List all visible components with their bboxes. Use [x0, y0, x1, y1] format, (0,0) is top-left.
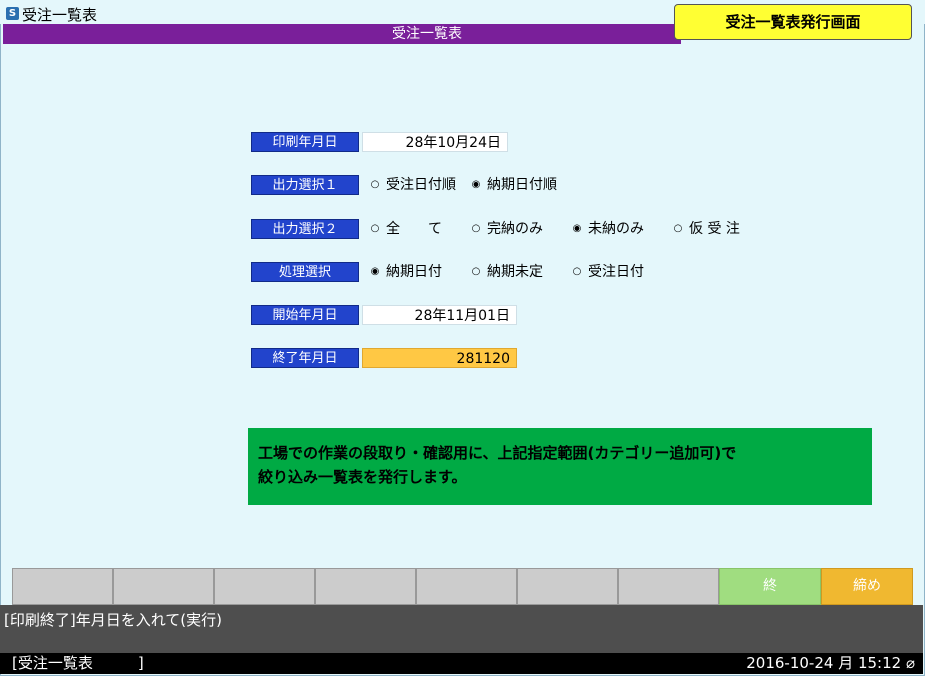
- function-key-bar: 終 締め: [12, 568, 913, 605]
- function-key-6[interactable]: [517, 568, 618, 605]
- start-date-field[interactable]: 28年11月01日: [362, 305, 517, 325]
- radio-order-date-order[interactable]: ○ 受注日付順: [370, 175, 456, 195]
- radio-provisional-order[interactable]: ○ 仮 受 注: [673, 219, 740, 239]
- output-select2-label: 出力選択２: [251, 219, 359, 239]
- radio-due-date[interactable]: ◉ 納期日付: [370, 262, 442, 282]
- close-button[interactable]: 締め: [821, 568, 913, 605]
- banner-title: 受注一覧表: [392, 26, 462, 42]
- radio-due-date-order[interactable]: ◉ 納期日付順: [471, 175, 557, 195]
- end-date-field[interactable]: 281120: [362, 348, 517, 368]
- radio-all[interactable]: ○ 全 て: [370, 219, 442, 239]
- function-key-2[interactable]: [113, 568, 214, 605]
- radio-selected-icon: ◉: [572, 223, 582, 234]
- radio-empty-icon: ○: [370, 223, 380, 234]
- window-title: 受注一覧表: [22, 6, 98, 24]
- end-button[interactable]: 終: [719, 568, 821, 605]
- print-date-field[interactable]: 28年10月24日: [362, 132, 508, 152]
- status-datetime: 2016-10-24 月 15:12 ⌀: [746, 654, 915, 672]
- function-key-7[interactable]: [618, 568, 719, 605]
- function-key-1[interactable]: [12, 568, 113, 605]
- banner-bar: 受注一覧表: [3, 24, 681, 44]
- radio-selected-icon: ◉: [471, 179, 481, 190]
- radio-due-undecided[interactable]: ○ 納期未定: [471, 262, 543, 282]
- radio-empty-icon: ○: [370, 179, 380, 190]
- radio-selected-icon: ◉: [370, 266, 380, 277]
- radio-undelivered-only[interactable]: ◉ 未納のみ: [572, 219, 644, 239]
- message-area: [印刷終了]年月日を入れて(実行): [0, 605, 923, 653]
- info-line-2: 絞り込み一覧表を発行します。: [258, 468, 467, 486]
- function-key-3[interactable]: [214, 568, 315, 605]
- info-line-1: 工場での作業の段取り・確認用に、上記指定範囲(カテゴリー追加可)で: [258, 444, 737, 462]
- app-icon: S: [6, 7, 19, 20]
- function-key-4[interactable]: [315, 568, 416, 605]
- radio-empty-icon: ○: [572, 266, 582, 277]
- function-key-5[interactable]: [416, 568, 517, 605]
- status-screen-name: [受注一覧表 ]: [12, 654, 144, 672]
- message-text: [印刷終了]年月日を入れて(実行): [4, 611, 222, 629]
- end-date-label: 終了年月日: [251, 348, 359, 368]
- process-select-label: 処理選択: [251, 262, 359, 282]
- output-select1-label: 出力選択１: [251, 175, 359, 195]
- status-bar: [受注一覧表 ] 2016-10-24 月 15:12 ⌀: [0, 653, 923, 674]
- info-panel: 工場での作業の段取り・確認用に、上記指定範囲(カテゴリー追加可)で 絞り込み一覧…: [248, 428, 872, 505]
- radio-order-date[interactable]: ○ 受注日付: [572, 262, 644, 282]
- radio-empty-icon: ○: [673, 223, 683, 234]
- radio-empty-icon: ○: [471, 223, 481, 234]
- radio-empty-icon: ○: [471, 266, 481, 277]
- print-date-label: 印刷年月日: [251, 132, 359, 152]
- start-date-label: 開始年月日: [251, 305, 359, 325]
- radio-delivered-only[interactable]: ○ 完納のみ: [471, 219, 543, 239]
- screen-name-badge: 受注一覧表発行画面: [674, 4, 912, 40]
